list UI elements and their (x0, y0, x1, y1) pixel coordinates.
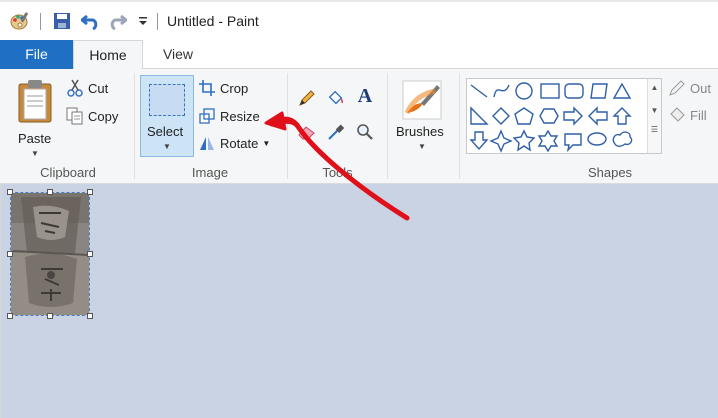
brushes-dropdown-icon[interactable]: ▼ (418, 142, 426, 151)
scroll-up-icon[interactable]: ▲ (648, 83, 661, 92)
magnifier-tool[interactable] (356, 123, 378, 141)
copy-label: Copy (88, 108, 119, 124)
paste-button[interactable]: Paste ▼ (14, 77, 56, 161)
rotate-dropdown-icon[interactable]: ▼ (262, 139, 270, 148)
redo-icon[interactable] (106, 10, 128, 32)
quick-access-divider (40, 13, 41, 30)
clipboard-icon (18, 80, 52, 123)
cut-label: Cut (88, 80, 109, 96)
undo-icon[interactable] (80, 10, 102, 32)
eraser-icon (298, 123, 316, 141)
tab-view[interactable]: View (143, 40, 213, 69)
tab-file[interactable]: File (0, 40, 73, 69)
rotate-icon (198, 134, 216, 152)
expand-gallery-icon[interactable]: ☰ (648, 125, 661, 134)
brush-icon (402, 80, 442, 120)
tab-home[interactable]: Home (73, 40, 143, 70)
paste-dropdown-icon[interactable]: ▼ (31, 149, 39, 158)
title-bar: Untitled - Paint (0, 0, 718, 40)
fill-icon (668, 106, 686, 124)
text-tool[interactable]: A (356, 84, 378, 107)
crop-button[interactable]: Crop (198, 79, 248, 97)
customize-dropdown-icon[interactable] (132, 10, 154, 32)
copy-button[interactable]: Copy (66, 107, 118, 125)
resize-label: Resize (220, 108, 260, 124)
image-canvas[interactable] (10, 192, 90, 316)
stone-carving-image (11, 193, 89, 315)
crop-icon (198, 79, 216, 97)
group-divider (459, 73, 460, 179)
resize-handle[interactable] (7, 251, 13, 257)
fill-bucket-icon (327, 89, 345, 107)
crop-label: Crop (220, 80, 249, 96)
shapes-grid (469, 82, 633, 153)
scroll-down-icon[interactable]: ▼ (648, 106, 661, 115)
color-picker-icon (327, 123, 345, 141)
group-divider (287, 73, 288, 179)
fill-button[interactable]: Fill (668, 106, 707, 124)
window-title: Untitled - Paint (167, 13, 259, 29)
fill-label: Fill (690, 107, 707, 123)
select-dropdown-icon[interactable]: ▼ (163, 142, 171, 151)
paint-app-icon[interactable] (8, 10, 30, 32)
rotate-label: Rotate (220, 135, 259, 151)
resize-button[interactable]: Resize (198, 107, 260, 125)
resize-handle[interactable] (87, 313, 93, 319)
resize-handle[interactable] (7, 313, 13, 319)
fill-tool[interactable] (327, 89, 349, 107)
title-divider (157, 13, 158, 30)
save-icon[interactable] (51, 10, 73, 32)
brushes-label: Brushes (396, 124, 444, 139)
ribbon: Paste ▼ Cut Copy Clipboard Select ▼ Crop… (0, 69, 718, 184)
group-divider (134, 73, 135, 179)
canvas-workspace[interactable] (0, 184, 718, 418)
shapes-scroll[interactable]: ▲ ▼ ☰ (647, 79, 661, 153)
copy-icon (66, 107, 84, 125)
color-picker-tool[interactable] (327, 123, 349, 141)
clipboard-group-label: Clipboard (40, 165, 96, 180)
tools-group-label: Tools (322, 165, 353, 180)
image-group-label: Image (191, 165, 229, 180)
outline-icon (668, 79, 686, 97)
paste-label: Paste (18, 131, 52, 146)
shapes-group-label: Shapes (587, 165, 633, 180)
resize-handle[interactable] (47, 189, 53, 195)
outline-label: Out (690, 80, 711, 96)
cut-button[interactable]: Cut (66, 79, 108, 97)
outline-button[interactable]: Out (668, 79, 711, 97)
shapes-gallery[interactable]: ▲ ▼ ☰ (466, 78, 662, 154)
eraser-tool[interactable] (298, 123, 320, 141)
resize-handle[interactable] (87, 189, 93, 195)
rotate-button[interactable]: Rotate ▼ (198, 134, 270, 152)
magnifier-icon (356, 123, 374, 141)
scissors-icon (66, 79, 84, 97)
resize-handle[interactable] (7, 189, 13, 195)
select-rectangle-icon (149, 84, 185, 116)
ribbon-tabs: File Home View (0, 40, 718, 70)
resize-icon (198, 107, 216, 125)
group-divider (387, 73, 388, 179)
pencil-tool[interactable] (298, 89, 320, 107)
select-button[interactable]: Select ▼ (140, 75, 194, 157)
text-icon: A (357, 84, 373, 107)
pencil-icon (298, 89, 316, 107)
resize-handle[interactable] (47, 313, 53, 319)
resize-handle[interactable] (87, 251, 93, 257)
select-label: Select (147, 124, 184, 139)
brushes-button[interactable]: Brushes ▼ (393, 75, 453, 161)
